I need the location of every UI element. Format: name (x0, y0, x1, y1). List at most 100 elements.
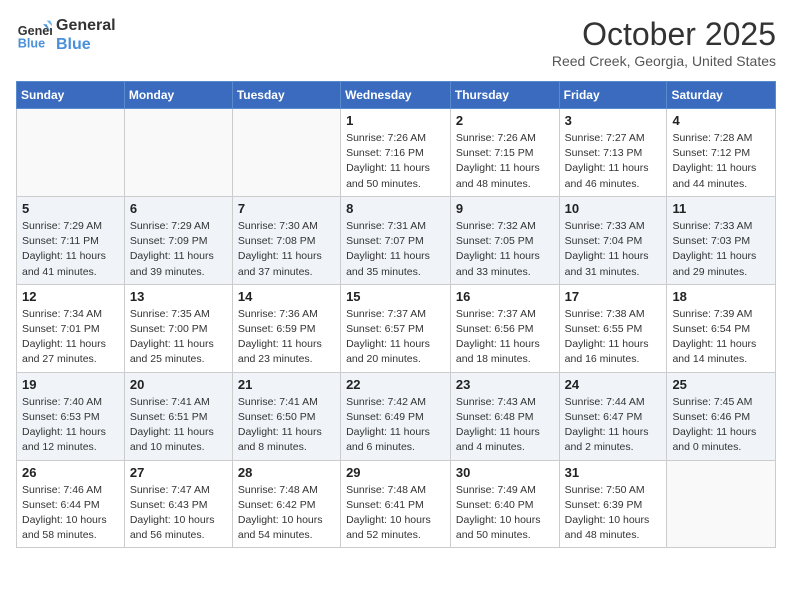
calendar-cell: 3 Sunrise: 7:27 AM Sunset: 7:13 PM Daylig… (559, 109, 667, 197)
logo-line2: Blue (56, 35, 116, 54)
calendar-cell: 23Sunrise: 7:43 AM Sunset: 6:48 PM Dayli… (450, 372, 559, 460)
week-row-5: 26Sunrise: 7:46 AM Sunset: 6:44 PM Dayli… (17, 460, 776, 548)
day-info: Sunrise: 7:43 AM Sunset: 6:48 PM Dayligh… (456, 395, 554, 456)
calendar-cell: 30Sunrise: 7:49 AM Sunset: 6:40 PM Dayli… (450, 460, 559, 548)
location: Reed Creek, Georgia, United States (552, 53, 776, 69)
logo-icon: General Blue (16, 17, 52, 53)
day-info: Sunrise: 7:32 AM Sunset: 7:05 PM Dayligh… (456, 219, 554, 280)
calendar-cell: 4 Sunrise: 7:28 AM Sunset: 7:12 PM Daylig… (667, 109, 776, 197)
day-number: 4 (672, 113, 770, 128)
calendar-cell: 31Sunrise: 7:50 AM Sunset: 6:39 PM Dayli… (559, 460, 667, 548)
day-number: 20 (130, 377, 227, 392)
day-info: Sunrise: 7:33 AM Sunset: 7:04 PM Dayligh… (565, 219, 662, 280)
day-number: 12 (22, 289, 119, 304)
day-info: Sunrise: 7:47 AM Sunset: 6:43 PM Dayligh… (130, 483, 227, 544)
weekday-header-monday: Monday (124, 82, 232, 109)
calendar-cell: 12 Sunrise: 7:34 AM Sunset: 7:01 PM Dayli… (17, 284, 125, 372)
calendar-cell: 25Sunrise: 7:45 AM Sunset: 6:46 PM Dayli… (667, 372, 776, 460)
day-number: 27 (130, 465, 227, 480)
weekday-header-sunday: Sunday (17, 82, 125, 109)
title-block: October 2025 Reed Creek, Georgia, United… (552, 16, 776, 69)
calendar: SundayMondayTuesdayWednesdayThursdayFrid… (16, 81, 776, 548)
week-row-1: 1 Sunrise: 7:26 AM Sunset: 7:16 PM Daylig… (17, 109, 776, 197)
day-info: Sunrise: 7:26 AM Sunset: 7:16 PM Dayligh… (346, 131, 445, 192)
weekday-header-friday: Friday (559, 82, 667, 109)
day-number: 16 (456, 289, 554, 304)
day-number: 31 (565, 465, 662, 480)
day-info: Sunrise: 7:34 AM Sunset: 7:01 PM Dayligh… (22, 307, 119, 368)
calendar-cell: 29Sunrise: 7:48 AM Sunset: 6:41 PM Dayli… (341, 460, 451, 548)
day-number: 10 (565, 201, 662, 216)
weekday-header-wednesday: Wednesday (341, 82, 451, 109)
day-number: 24 (565, 377, 662, 392)
day-info: Sunrise: 7:39 AM Sunset: 6:54 PM Dayligh… (672, 307, 770, 368)
day-number: 18 (672, 289, 770, 304)
calendar-cell: 17Sunrise: 7:38 AM Sunset: 6:55 PM Dayli… (559, 284, 667, 372)
page-header: General Blue General Blue October 2025 R… (16, 16, 776, 69)
day-number: 2 (456, 113, 554, 128)
day-info: Sunrise: 7:46 AM Sunset: 6:44 PM Dayligh… (22, 483, 119, 544)
calendar-cell: 8Sunrise: 7:31 AM Sunset: 7:07 PM Daylig… (341, 196, 451, 284)
calendar-cell: 7 Sunrise: 7:30 AM Sunset: 7:08 PM Daylig… (232, 196, 340, 284)
calendar-cell: 14 Sunrise: 7:36 AM Sunset: 6:59 PM Dayli… (232, 284, 340, 372)
weekday-header-tuesday: Tuesday (232, 82, 340, 109)
day-info: Sunrise: 7:41 AM Sunset: 6:51 PM Dayligh… (130, 395, 227, 456)
calendar-cell: 16Sunrise: 7:37 AM Sunset: 6:56 PM Dayli… (450, 284, 559, 372)
calendar-cell (124, 109, 232, 197)
calendar-cell: 28 Sunrise: 7:48 AM Sunset: 6:42 PM Dayli… (232, 460, 340, 548)
day-info: Sunrise: 7:29 AM Sunset: 7:09 PM Dayligh… (130, 219, 227, 280)
calendar-cell: 2Sunrise: 7:26 AM Sunset: 7:15 PM Daylig… (450, 109, 559, 197)
day-info: Sunrise: 7:41 AM Sunset: 6:50 PM Dayligh… (238, 395, 335, 456)
calendar-cell: 9 Sunrise: 7:32 AM Sunset: 7:05 PM Daylig… (450, 196, 559, 284)
day-info: Sunrise: 7:42 AM Sunset: 6:49 PM Dayligh… (346, 395, 445, 456)
calendar-cell: 15Sunrise: 7:37 AM Sunset: 6:57 PM Dayli… (341, 284, 451, 372)
day-info: Sunrise: 7:28 AM Sunset: 7:12 PM Dayligh… (672, 131, 770, 192)
day-info: Sunrise: 7:44 AM Sunset: 6:47 PM Dayligh… (565, 395, 662, 456)
calendar-cell: 20 Sunrise: 7:41 AM Sunset: 6:51 PM Dayli… (124, 372, 232, 460)
calendar-cell (17, 109, 125, 197)
svg-text:Blue: Blue (18, 37, 45, 51)
weekday-header-row: SundayMondayTuesdayWednesdayThursdayFrid… (17, 82, 776, 109)
calendar-cell: 21 Sunrise: 7:41 AM Sunset: 6:50 PM Dayli… (232, 372, 340, 460)
day-info: Sunrise: 7:40 AM Sunset: 6:53 PM Dayligh… (22, 395, 119, 456)
calendar-cell: 5 Sunrise: 7:29 AM Sunset: 7:11 PM Daylig… (17, 196, 125, 284)
calendar-cell: 26Sunrise: 7:46 AM Sunset: 6:44 PM Dayli… (17, 460, 125, 548)
day-number: 3 (565, 113, 662, 128)
day-info: Sunrise: 7:35 AM Sunset: 7:00 PM Dayligh… (130, 307, 227, 368)
day-number: 22 (346, 377, 445, 392)
calendar-cell: 13 Sunrise: 7:35 AM Sunset: 7:00 PM Dayli… (124, 284, 232, 372)
day-info: Sunrise: 7:37 AM Sunset: 6:57 PM Dayligh… (346, 307, 445, 368)
week-row-3: 12 Sunrise: 7:34 AM Sunset: 7:01 PM Dayli… (17, 284, 776, 372)
day-number: 5 (22, 201, 119, 216)
day-number: 17 (565, 289, 662, 304)
day-info: Sunrise: 7:33 AM Sunset: 7:03 PM Dayligh… (672, 219, 770, 280)
calendar-cell: 27 Sunrise: 7:47 AM Sunset: 6:43 PM Dayli… (124, 460, 232, 548)
day-number: 13 (130, 289, 227, 304)
day-number: 1 (346, 113, 445, 128)
weekday-header-thursday: Thursday (450, 82, 559, 109)
day-number: 21 (238, 377, 335, 392)
calendar-cell: 6 Sunrise: 7:29 AM Sunset: 7:09 PM Daylig… (124, 196, 232, 284)
month-title: October 2025 (552, 16, 776, 53)
day-info: Sunrise: 7:30 AM Sunset: 7:08 PM Dayligh… (238, 219, 335, 280)
calendar-cell: 22 Sunrise: 7:42 AM Sunset: 6:49 PM Dayli… (341, 372, 451, 460)
day-number: 8 (346, 201, 445, 216)
day-number: 28 (238, 465, 335, 480)
day-number: 29 (346, 465, 445, 480)
day-number: 11 (672, 201, 770, 216)
day-number: 9 (456, 201, 554, 216)
calendar-cell: 1 Sunrise: 7:26 AM Sunset: 7:16 PM Daylig… (341, 109, 451, 197)
day-number: 6 (130, 201, 227, 216)
day-info: Sunrise: 7:27 AM Sunset: 7:13 PM Dayligh… (565, 131, 662, 192)
day-info: Sunrise: 7:29 AM Sunset: 7:11 PM Dayligh… (22, 219, 119, 280)
week-row-2: 5 Sunrise: 7:29 AM Sunset: 7:11 PM Daylig… (17, 196, 776, 284)
weekday-header-saturday: Saturday (667, 82, 776, 109)
day-info: Sunrise: 7:48 AM Sunset: 6:42 PM Dayligh… (238, 483, 335, 544)
day-number: 7 (238, 201, 335, 216)
day-number: 25 (672, 377, 770, 392)
calendar-cell: 19Sunrise: 7:40 AM Sunset: 6:53 PM Dayli… (17, 372, 125, 460)
week-row-4: 19Sunrise: 7:40 AM Sunset: 6:53 PM Dayli… (17, 372, 776, 460)
day-info: Sunrise: 7:36 AM Sunset: 6:59 PM Dayligh… (238, 307, 335, 368)
calendar-cell (232, 109, 340, 197)
day-number: 14 (238, 289, 335, 304)
